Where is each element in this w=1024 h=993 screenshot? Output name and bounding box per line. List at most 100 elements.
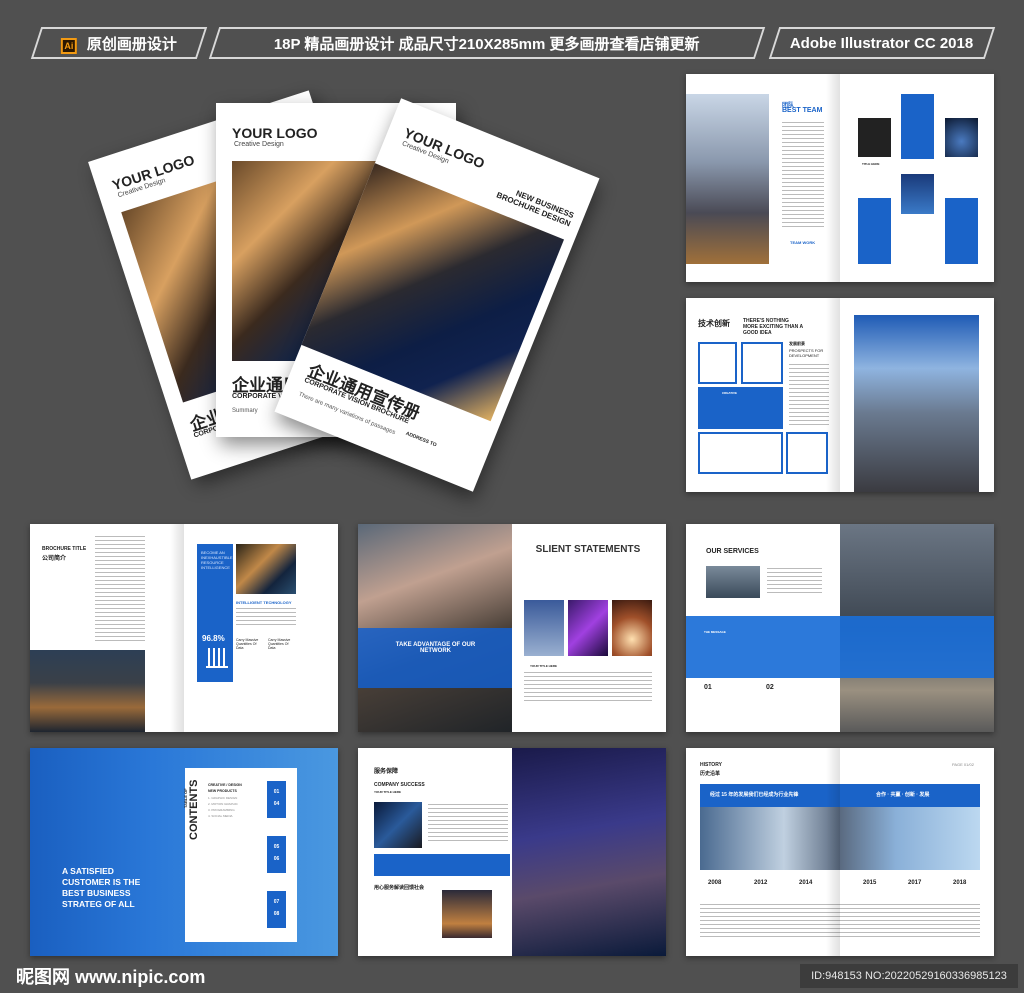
header-left-text: 原创画册设计 xyxy=(86,35,177,53)
cover-logo: YOUR LOGO xyxy=(232,125,318,141)
history-cn: 历史沿革 xyxy=(700,771,721,777)
toc-item[interactable]: 1. GRAPHIC DESIGN xyxy=(208,796,237,800)
success-title: COMPANY SUCCESS xyxy=(374,782,425,788)
team-quote: TEAM WORK xyxy=(790,240,816,245)
toc-range: 01 04 xyxy=(267,781,286,818)
toc-range: 05 06 xyxy=(267,836,286,873)
year-2015: 2015 xyxy=(863,880,877,886)
team-title: BEST TEAM xyxy=(782,107,823,114)
col2-title: Carry Massive Quantities Of Data xyxy=(268,638,291,650)
office-photo xyxy=(706,566,760,598)
success-cn: 服务保障 xyxy=(374,769,399,775)
city-photo xyxy=(686,94,769,264)
brochure-title: BROCHURE TITLE xyxy=(42,546,87,552)
watermark: 昵图网 www.nipic.com xyxy=(16,967,206,987)
body-text xyxy=(95,536,145,641)
tech-title: THERE'S NOTHING MORE EXCITING THAN A GOO… xyxy=(743,318,803,336)
page-indicator: PAGE 01/02 xyxy=(952,762,974,767)
card-photo xyxy=(612,600,652,656)
header-center-text: 18P 精品画册设计 成品尺寸210X285mm 更多画册查看店铺更新 xyxy=(274,35,700,53)
statements-title: SLIENT STATEMENTS xyxy=(535,544,641,555)
body-text xyxy=(524,672,652,704)
toc-range: 07 08 xyxy=(267,891,286,928)
card-title: YOUR TITLE HERE xyxy=(530,664,558,668)
card-title: TITLE HERE xyxy=(862,162,880,166)
number-02: 02 xyxy=(766,684,774,691)
bridge-photo xyxy=(512,748,666,956)
toc-title: CONTENTS xyxy=(188,779,200,841)
success-sub: YOUR TITLE HERE xyxy=(374,790,402,794)
year-2018: 2018 xyxy=(953,880,967,886)
brochure-title-cn: 公司简介 xyxy=(42,556,67,562)
panel-text: BECOME AN INEXHAUSTIBLE RESOURCE INTELLI… xyxy=(201,550,233,570)
cover-address: ADDRESS TO xyxy=(404,430,438,449)
image-id: ID:948153 NO:20220529160336985123 xyxy=(800,964,1018,988)
blue-info-bar xyxy=(374,854,510,876)
spread-best-team: 团队 BEST TEAM TEAM WORK TITLE HERE xyxy=(686,74,994,282)
bar-chart-icon xyxy=(206,648,228,668)
body-text xyxy=(789,364,829,428)
creative-box xyxy=(698,432,783,474)
network-banner-text: TAKE ADVANTAGE OF OUR NETWORK xyxy=(395,642,476,654)
toc-group: CREATIVE / DESIGN xyxy=(208,783,242,787)
year-2017: 2017 xyxy=(908,880,922,886)
card xyxy=(858,198,891,264)
creative-box-filled xyxy=(698,387,783,429)
city-photo xyxy=(854,315,979,492)
intro-heading: INTELLIGENT TECHNOLOGY xyxy=(236,600,292,605)
tech-subtitle-cn: 发展前景 xyxy=(789,341,805,346)
tech-subtitle: PROSPECTS FOR DEVELOPMENT xyxy=(789,348,824,358)
percent-stat: 96.8% xyxy=(202,634,225,643)
cover-logo-sub: Creative Design xyxy=(234,141,284,148)
history-title: HISTORY xyxy=(700,762,722,768)
col1-title: Carry Massive Quantities Of Data xyxy=(236,638,259,650)
spread-contents: A SATISFIED CUSTOMER IS THE BEST BUSINES… xyxy=(30,748,338,956)
blue-banner xyxy=(358,628,512,688)
card-photo xyxy=(945,118,978,157)
spread-company-success: 服务保障 COMPANY SUCCESS YOUR TITLE HERE 用心服… xyxy=(358,748,666,956)
toc-item[interactable]: 4. SOCIAL MEDIA xyxy=(208,814,233,818)
card-photo xyxy=(901,174,934,214)
banner-right-text: 合作 · 共赢 · 创新 · 发展 xyxy=(876,792,930,798)
body-text xyxy=(236,608,296,628)
header-left-tag: Ai 原创画册设计 xyxy=(30,27,208,59)
blue-band xyxy=(686,616,994,678)
illustrator-icon: Ai xyxy=(60,37,77,54)
city-photo xyxy=(442,890,492,938)
creative-box xyxy=(741,342,783,384)
spread-history: HISTORY 历史沿革 PAGE 01/02 经过 15 年的发展我们已经成为… xyxy=(686,748,994,956)
year-2008: 2008 xyxy=(708,880,722,886)
year-2014: 2014 xyxy=(799,880,813,886)
success-cn2: 用心服务解读回馈社会 xyxy=(374,885,425,891)
body-text xyxy=(782,122,824,227)
cover-summary: Summary xyxy=(232,408,258,414)
contents-headline: A SATISFIED CUSTOMER IS THE BEST BUSINES… xyxy=(62,866,141,909)
toc-group2: NEW PRODUCTS xyxy=(208,789,237,793)
spread-technology: 技术创新 THERE'S NOTHING MORE EXCITING THAN … xyxy=(686,298,994,492)
office-photo xyxy=(374,802,422,848)
spread-network: TAKE ADVANTAGE OF OUR NETWORK SLIENT STA… xyxy=(358,524,666,732)
header-right-text: Adobe Illustrator CC 2018 xyxy=(790,34,974,52)
creative-box xyxy=(786,432,828,474)
banner-left-text: 经过 15 年的发展我们已经成为行业先锋 xyxy=(710,792,799,798)
card-photo xyxy=(524,600,564,656)
creative-box xyxy=(698,342,737,384)
tech-cn: 技术创新 xyxy=(698,319,730,328)
spread-company-intro: BROCHURE TITLE 公司简介 BECOME AN INEXHAUSTI… xyxy=(30,524,338,732)
service-item: THE MESSAGE xyxy=(704,630,726,634)
spread-services: OUR SERVICES THE MESSAGE 01 02 xyxy=(686,524,994,732)
body-text xyxy=(767,568,822,594)
number-01: 01 xyxy=(704,684,712,691)
services-title: OUR SERVICES xyxy=(706,548,759,555)
toc-item[interactable]: 2. MOTION GRAPHIC xyxy=(208,802,238,806)
header-right-tag: Adobe Illustrator CC 2018 xyxy=(768,27,996,59)
toc-item[interactable]: 3. PROGRAMMING xyxy=(208,808,235,812)
creative-label: CREATIVE xyxy=(722,391,737,395)
header-center-tag: 18P 精品画册设计 成品尺寸210X285mm 更多画册查看店铺更新 xyxy=(208,27,766,59)
year-2012: 2012 xyxy=(754,880,768,886)
card-photo xyxy=(568,600,608,656)
body-text xyxy=(428,804,508,844)
city-photo xyxy=(30,650,145,732)
building-photo xyxy=(236,544,296,594)
card xyxy=(945,198,978,264)
